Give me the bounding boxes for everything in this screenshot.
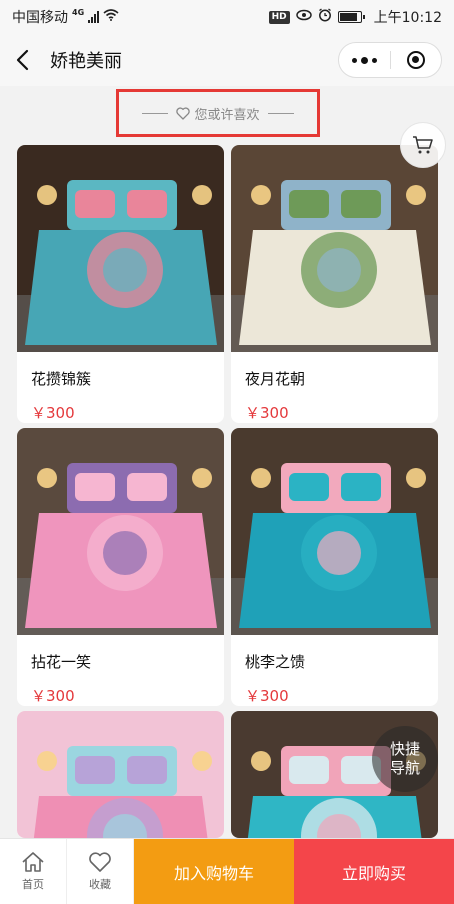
target-icon [406,51,425,69]
product-price: ￥300 [245,687,289,705]
alarm-icon [318,8,332,26]
status-right: HD 上午10:12 [268,7,442,27]
floating-cart-button[interactable] [400,122,446,168]
home-icon [22,852,44,872]
favorite-label: 收藏 [89,878,111,891]
divider-line-right [267,112,294,114]
product-price: ￥300 [31,404,75,422]
section-title: 您或许喜欢 [176,104,260,123]
product-card[interactable] [17,711,224,838]
product-card[interactable]: 夜月花朝 ￥300 [231,145,438,423]
section-title-text: 您或许喜欢 [194,107,260,123]
status-left: 中国移动 4G [12,7,119,27]
product-image[interactable] [231,428,438,635]
product-name: 桃李之馈 [245,653,306,671]
product-image[interactable] [17,428,224,635]
wifi-icon [103,9,119,25]
product-name: 花攒锦簇 [31,370,92,388]
nav-bar: 娇艳美丽 [0,34,454,86]
product-card[interactable]: 桃李之馈 ￥300 [231,428,438,706]
battery-icon [337,11,365,23]
eye-icon [295,9,312,25]
carrier-label: 中国移动 [12,10,68,26]
close-button[interactable] [391,43,442,77]
chevron-left-icon [16,49,29,71]
mini-program-capsule [338,42,442,78]
divider-line-left [142,112,169,114]
time-label: 上午10:12 [373,10,442,26]
signal-icon [88,11,100,23]
page-title: 娇艳美丽 [50,51,122,72]
buy-now-button[interactable]: 立即购买 [294,839,454,904]
heart-outline-icon [89,852,111,872]
heart-icon [176,106,191,120]
back-button[interactable] [0,34,44,86]
product-name: 拈花一笑 [31,653,92,671]
favorite-button[interactable]: 收藏 [67,839,134,904]
cart-icon [413,136,433,154]
more-button[interactable] [339,43,390,77]
add-to-cart-button[interactable]: 加入购物车 [134,839,294,904]
product-image[interactable] [17,711,224,838]
product-card[interactable]: 花攒锦簇 ￥300 [17,145,224,423]
product-image[interactable] [17,145,224,352]
section-header: 您或许喜欢 [116,89,320,137]
product-image[interactable] [231,145,438,352]
quick-nav-line1: 快捷 [389,740,420,758]
product-card[interactable]: 拈花一笑 ￥300 [17,428,224,706]
more-dots-icon [351,57,357,63]
home-button[interactable]: 首页 [0,839,67,904]
product-price: ￥300 [31,687,75,705]
hd-badge: HD [268,10,290,24]
quick-nav-button[interactable]: 快捷 导航 [372,726,438,792]
product-price: ￥300 [245,404,289,422]
quick-nav-line2: 导航 [389,759,420,777]
network-label: 4G [72,7,85,17]
home-label: 首页 [22,878,44,891]
product-name: 夜月花朝 [245,370,306,388]
bottom-action-bar: 首页 收藏 加入购物车 立即购买 [0,838,454,904]
status-bar: 中国移动 4G HD 上午10:12 [0,0,454,34]
